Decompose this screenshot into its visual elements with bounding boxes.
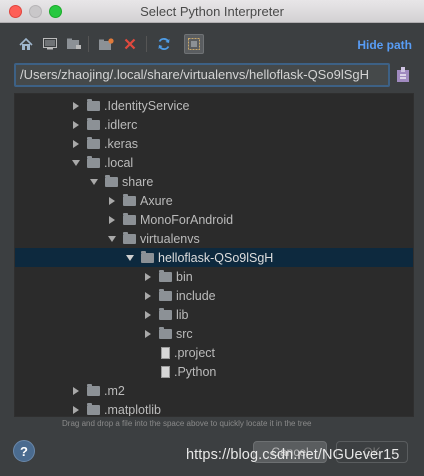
tree-folder-row[interactable]: .idlerc <box>15 115 413 134</box>
tree-item-label: .matplotlib <box>104 402 161 417</box>
tree-item-label: .project <box>174 345 215 360</box>
tree-folder-row[interactable]: .IdentityService <box>15 96 413 115</box>
tree-item-label: MonoForAndroid <box>140 212 234 227</box>
tree-folder-row[interactable]: virtualenvs <box>15 229 413 248</box>
tree-folder-row[interactable]: bin <box>15 267 413 286</box>
folder-icon <box>87 384 100 396</box>
tree-folder-row[interactable]: src <box>15 324 413 343</box>
folder-icon <box>123 232 136 244</box>
tree-item-label: .idlerc <box>104 117 138 132</box>
window-titlebar: Select Python Interpreter <box>0 0 424 23</box>
tree-folder-row[interactable]: .local <box>15 153 413 172</box>
folder-icon <box>123 213 136 225</box>
folder-icon <box>123 194 136 206</box>
new-folder-icon[interactable] <box>96 34 116 54</box>
file-icon <box>161 346 170 359</box>
tree-folder-row[interactable]: Axure <box>15 191 413 210</box>
file-icon <box>161 365 170 378</box>
path-input-value: /Users/zhaojing/.local/share/virtualenvs… <box>20 67 369 82</box>
project-folder-icon[interactable] <box>64 34 84 54</box>
tree-file-row[interactable]: .Python <box>15 362 413 381</box>
hide-path-link[interactable]: Hide path <box>357 38 412 52</box>
tree-item-label: .m2 <box>104 383 125 398</box>
folder-icon <box>105 175 118 187</box>
folder-icon <box>159 327 172 339</box>
chevron-right-icon[interactable] <box>109 196 115 205</box>
folder-icon <box>87 99 100 111</box>
show-hidden-icon[interactable] <box>184 34 204 54</box>
tree-item-label: .keras <box>104 136 139 151</box>
chevron-down-icon[interactable] <box>90 178 98 185</box>
chevron-down-icon[interactable] <box>72 159 80 166</box>
tree-folder-row[interactable]: lib <box>15 305 413 324</box>
folder-icon <box>87 137 100 149</box>
tree-folder-row[interactable]: MonoForAndroid <box>15 210 413 229</box>
tree-folder-row[interactable]: .matplotlib <box>15 400 413 417</box>
delete-icon[interactable] <box>120 34 140 54</box>
window-title: Select Python Interpreter <box>140 4 284 19</box>
tree-folder-row[interactable]: .keras <box>15 134 413 153</box>
home-icon[interactable] <box>16 34 36 54</box>
tree-item-label: share <box>122 174 154 189</box>
tree-item-label: src <box>176 326 193 341</box>
folder-icon <box>159 308 172 320</box>
folder-icon <box>87 156 100 168</box>
tree-item-label: helloflask-QSo9lSgH <box>158 250 274 265</box>
toolbar <box>16 34 416 56</box>
tree-item-label: virtualenvs <box>140 231 200 246</box>
chevron-right-icon[interactable] <box>73 101 79 110</box>
tree-folder-row[interactable]: share <box>15 172 413 191</box>
refresh-icon[interactable] <box>154 34 174 54</box>
toolbar-separator <box>88 36 89 52</box>
folder-icon <box>141 251 154 263</box>
chevron-right-icon[interactable] <box>145 291 151 300</box>
folder-icon <box>159 270 172 282</box>
tree-item-label: include <box>176 288 216 303</box>
tree-folder-row[interactable]: helloflask-QSo9lSgH <box>15 248 413 267</box>
chevron-right-icon[interactable] <box>73 386 79 395</box>
file-tree[interactable]: .IdentityService .idlerc .keras .local share… <box>14 93 414 417</box>
tree-item-label: lib <box>176 307 189 322</box>
chevron-right-icon[interactable] <box>145 272 151 281</box>
folder-icon <box>87 118 100 130</box>
chevron-down-icon[interactable] <box>126 254 134 261</box>
path-input[interactable]: /Users/zhaojing/.local/share/virtualenvs… <box>14 63 390 87</box>
chevron-right-icon[interactable] <box>145 329 151 338</box>
folder-icon <box>159 289 172 301</box>
drag-drop-hint: Drag and drop a file into the space abov… <box>62 419 312 428</box>
tree-folder-row[interactable]: include <box>15 286 413 305</box>
chevron-down-icon[interactable] <box>108 235 116 242</box>
watermark-text: https://blog.csdn.net/NGUever15 <box>186 447 400 463</box>
tree-item-label: .IdentityService <box>104 98 190 113</box>
tree-item-label: .Python <box>174 364 217 379</box>
toolbar-separator <box>146 36 147 52</box>
desktop-icon[interactable] <box>40 34 60 54</box>
tree-item-label: Axure <box>140 193 173 208</box>
chevron-right-icon[interactable] <box>73 405 79 414</box>
tree-item-label: bin <box>176 269 193 284</box>
tree-file-row[interactable]: .project <box>15 343 413 362</box>
path-history-icon[interactable] <box>396 67 410 83</box>
tree-item-label: .local <box>104 155 134 170</box>
chevron-right-icon[interactable] <box>73 120 79 129</box>
chevron-right-icon[interactable] <box>145 310 151 319</box>
help-button[interactable]: ? <box>13 440 35 462</box>
folder-icon <box>87 403 100 415</box>
chevron-right-icon[interactable] <box>109 215 115 224</box>
tree-folder-row[interactable]: .m2 <box>15 381 413 400</box>
chevron-right-icon[interactable] <box>73 139 79 148</box>
